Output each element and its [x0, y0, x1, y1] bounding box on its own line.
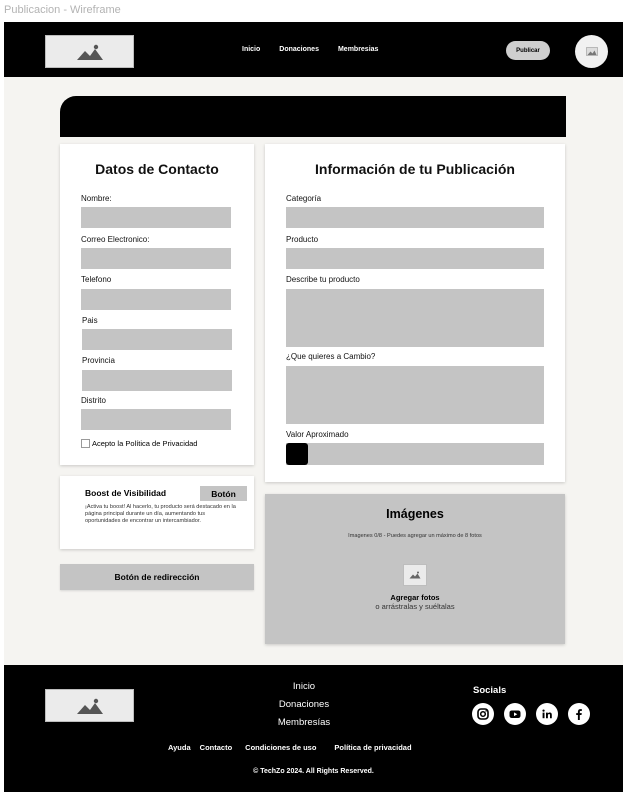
- label-producto: Producto: [286, 235, 319, 244]
- footer-link-privacidad[interactable]: Política de privacidad: [334, 743, 411, 752]
- page-banner: [60, 96, 566, 137]
- privacy-checkbox[interactable]: [81, 439, 90, 448]
- value-slider[interactable]: [286, 443, 544, 465]
- email-input[interactable]: [81, 248, 231, 269]
- image-icon: [76, 44, 103, 60]
- images-panel: Imágenes Imagenes 0/8 - Puedes agregar u…: [265, 494, 565, 644]
- distrito-input[interactable]: [81, 409, 231, 430]
- contact-title: Datos de Contacto: [95, 161, 219, 177]
- label-nombre: Nombre:: [81, 194, 112, 203]
- socials-title: Socials: [473, 685, 507, 696]
- exchange-textarea[interactable]: [286, 366, 544, 424]
- linkedin-icon[interactable]: [536, 703, 558, 725]
- footer: Inicio Donaciones Membresías Socials Ayu…: [4, 665, 623, 792]
- main-nav: Inicio Donaciones Membresias: [242, 46, 378, 53]
- footer-link-condiciones[interactable]: Condiciones de uso: [245, 743, 316, 752]
- label-categoria: Categoría: [286, 194, 322, 203]
- producto-input[interactable]: [286, 248, 544, 269]
- instagram-icon[interactable]: [472, 703, 494, 725]
- privacy-row: Acepto la Política de Privacidad: [81, 439, 197, 448]
- image-icon: [409, 571, 421, 579]
- footer-nav-membresias[interactable]: Membresías: [278, 717, 330, 728]
- label-describe: Describe tu producto: [286, 275, 360, 284]
- boost-title: Boost de Visibilidad: [85, 488, 167, 498]
- footer-nav-donaciones[interactable]: Donaciones: [279, 699, 329, 710]
- drag-hint: o arrástralas y suéltalas: [375, 602, 455, 611]
- frame-title: Publicacion - Wireframe: [4, 4, 121, 16]
- nav-donaciones[interactable]: Donaciones: [279, 46, 319, 53]
- description-textarea[interactable]: [286, 289, 544, 347]
- images-title: Imágenes: [386, 507, 444, 521]
- footer-nav: Inicio Donaciones Membresías: [254, 681, 354, 728]
- provincia-input[interactable]: [82, 370, 232, 391]
- boost-card: Boost de Visibilidad Botón ¡Activa tu bo…: [60, 476, 254, 549]
- publication-title: Información de tu Publicación: [315, 161, 515, 177]
- nav-inicio[interactable]: Inicio: [242, 46, 260, 53]
- categoria-input[interactable]: [286, 207, 544, 228]
- label-provincia: Provincia: [82, 356, 115, 365]
- boost-description: ¡Activa tu boost! Al hacerlo, tu product…: [85, 504, 236, 524]
- redirect-button[interactable]: Botón de redirección: [60, 564, 254, 590]
- label-pais: Pais: [82, 316, 98, 325]
- social-links: [472, 703, 590, 725]
- footer-link-ayuda[interactable]: Ayuda: [168, 743, 191, 752]
- footer-link-contacto[interactable]: Contacto: [200, 743, 233, 752]
- privacy-label: Acepto la Política de Privacidad: [92, 439, 198, 448]
- boost-button[interactable]: Botón: [200, 486, 247, 501]
- footer-nav-inicio[interactable]: Inicio: [293, 681, 315, 692]
- add-photos-link[interactable]: Agregar fotos: [265, 593, 565, 602]
- avatar[interactable]: [575, 35, 608, 68]
- label-exchange: ¿Que quieres a Cambio?: [286, 352, 376, 361]
- label-correo: Correo Electronico:: [81, 235, 150, 244]
- logo-placeholder[interactable]: [45, 35, 134, 68]
- publication-card: Información de tu Publicación Categoría …: [265, 144, 565, 482]
- youtube-icon[interactable]: [504, 703, 526, 725]
- page-frame: Inicio Donaciones Membresias Publicar Da…: [4, 22, 623, 792]
- image-upload-placeholder[interactable]: [403, 564, 427, 586]
- nav-membresias[interactable]: Membresias: [338, 46, 378, 53]
- label-distrito: Distrito: [81, 396, 106, 405]
- value-slider-handle[interactable]: [286, 443, 308, 465]
- facebook-icon[interactable]: [568, 703, 590, 725]
- nombre-input[interactable]: [81, 207, 231, 228]
- copyright: © TechZo 2024. All Rights Reserved.: [253, 768, 374, 775]
- publish-button[interactable]: Publicar: [506, 41, 550, 60]
- image-icon: [76, 698, 103, 714]
- images-hint: Imagenes 0/8 - Puedes agregar un máximo …: [348, 533, 482, 539]
- image-icon: [585, 47, 598, 56]
- contact-card: Datos de Contacto Nombre: Correo Electro…: [60, 144, 254, 465]
- label-telefono: Telefono: [81, 275, 112, 284]
- telefono-input[interactable]: [81, 289, 231, 310]
- pais-input[interactable]: [82, 329, 232, 350]
- label-valor: Valor Aproximado: [286, 430, 349, 439]
- footer-links: Ayuda Contacto Condiciones de uso Políti…: [168, 743, 412, 752]
- footer-logo-placeholder[interactable]: [45, 689, 134, 722]
- header: Inicio Donaciones Membresias Publicar: [4, 22, 623, 77]
